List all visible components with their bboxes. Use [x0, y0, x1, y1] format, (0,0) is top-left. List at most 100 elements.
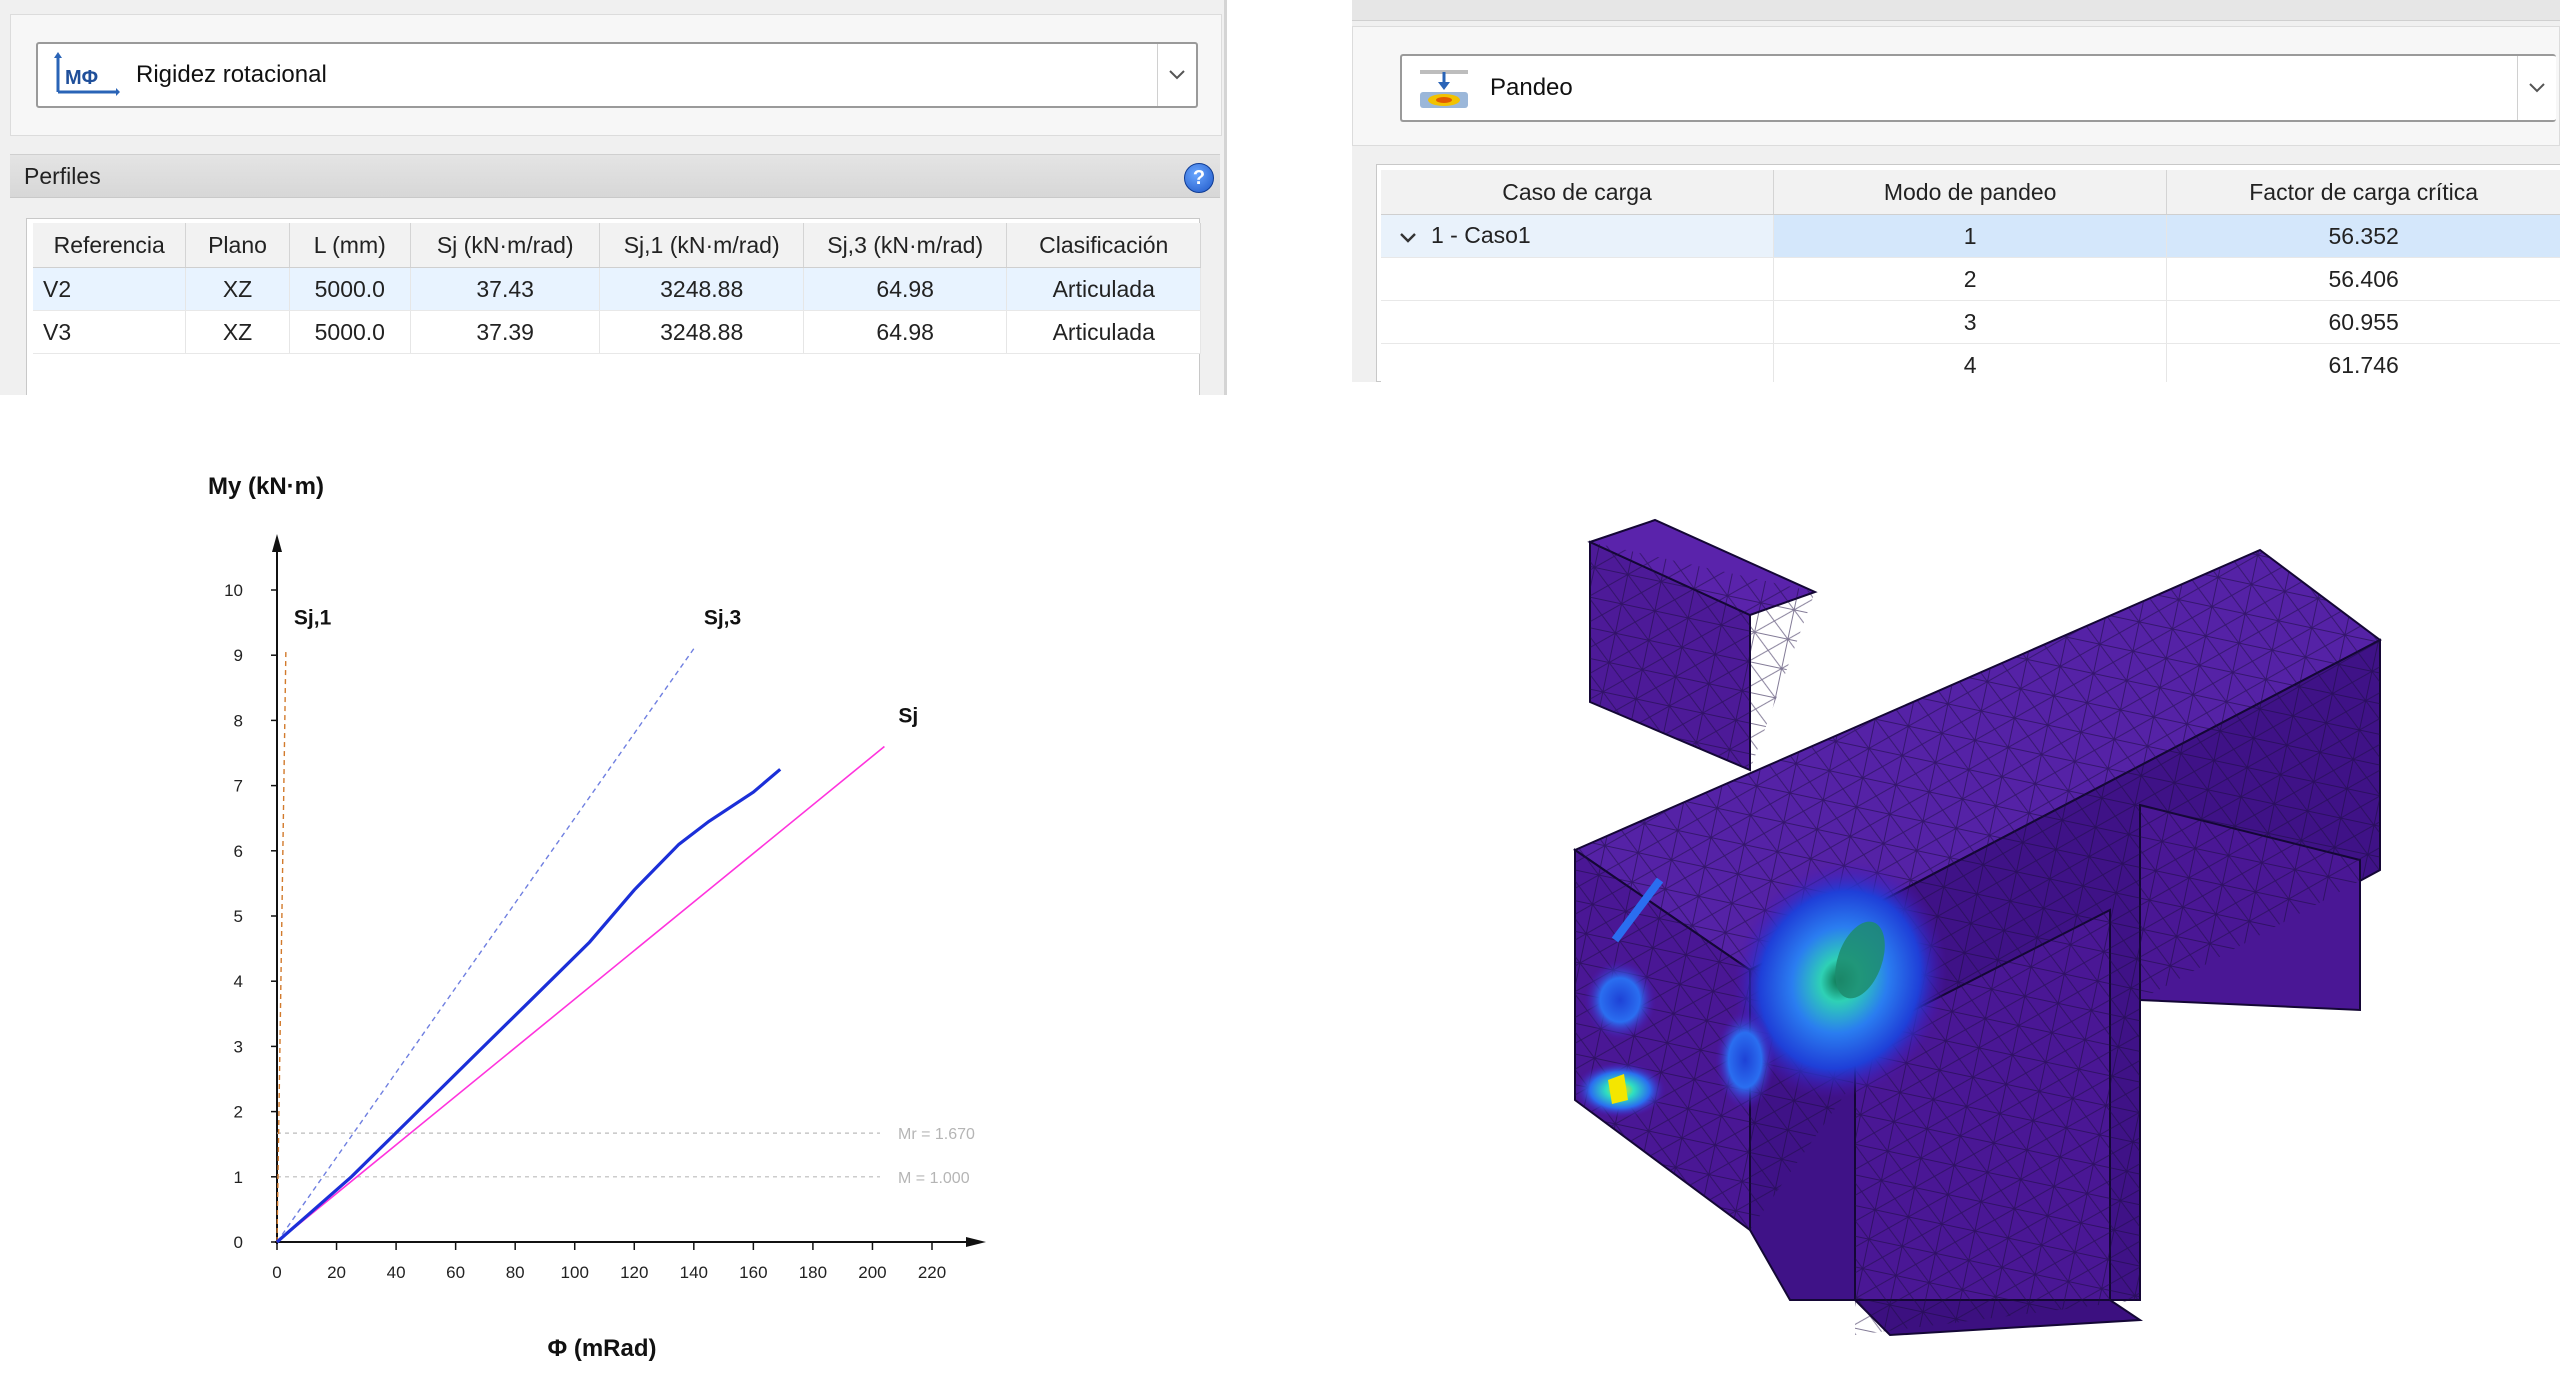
table-row[interactable]: 4 61.746: [1381, 343, 2560, 382]
buckling-icon: [1418, 66, 1470, 110]
column-header[interactable]: Referencia: [33, 223, 187, 268]
chevron-down-icon[interactable]: [1399, 223, 1417, 250]
column-header[interactable]: Modo de pandeo: [1773, 170, 2168, 215]
table-cell: 64.98: [803, 267, 1008, 311]
moment-rotation-chart: 0 1 2 3 4 5 6 7 8 9 10 0 20 40 60 80 100 120 140 160 180 200 2…: [160, 460, 1030, 1372]
table-row[interactable]: 3 60.955: [1381, 300, 2560, 344]
x-tick-label: 140: [680, 1263, 708, 1282]
table-cell: [1381, 343, 1775, 382]
table-cell: [1381, 257, 1775, 301]
y-axis-label: My (kN·m): [208, 473, 324, 500]
result-type-label: Rigidez rotacional: [136, 61, 327, 88]
result-type-label: Pandeo: [1490, 74, 1573, 101]
x-tick-label: 20: [327, 1263, 346, 1282]
table-cell: 5000.0: [289, 310, 411, 354]
column-header[interactable]: Clasificación: [1006, 223, 1201, 268]
table-cell: 1: [1773, 214, 2168, 258]
fem-mesh-body: [1572, 518, 2382, 1337]
rotational-stiffness-icon: MΦ: [52, 52, 120, 98]
table-cell: V3: [33, 310, 187, 354]
table-row[interactable]: 2 56.406: [1381, 257, 2560, 301]
table-cell: 37.39: [410, 310, 601, 354]
table-cell: 56.352: [2166, 214, 2560, 258]
y-tick-label: 5: [234, 907, 243, 926]
column-header[interactable]: Factor de carga crítica: [2166, 170, 2560, 215]
x-tick-label: 40: [387, 1263, 406, 1282]
x-tick-label: 100: [561, 1263, 589, 1282]
x-tick-label: 180: [799, 1263, 827, 1282]
series-line: [276, 648, 695, 1243]
y-tick-label: 7: [234, 777, 243, 796]
x-axis-arrow: [966, 1237, 986, 1247]
chevron-down-icon[interactable]: [2517, 56, 2556, 120]
profiles-group-header: Perfiles ?: [10, 154, 1220, 198]
profiles-table: Referencia Plano L (mm) Sj (kN·m/rad) Sj…: [33, 223, 1201, 354]
column-header[interactable]: Sj (kN·m/rad): [410, 223, 601, 268]
table-row[interactable]: 1 - Caso1 1 56.352: [1381, 214, 2560, 258]
column-header[interactable]: L (mm): [289, 223, 411, 268]
series-label: Sj: [898, 704, 918, 727]
fem-model-view: [1572, 518, 2382, 1337]
reference-line-label: Mr = 1.670: [898, 1126, 975, 1143]
x-tick-label: 200: [858, 1263, 886, 1282]
column-header[interactable]: Sj,1 (kN·m/rad): [599, 223, 804, 268]
x-tick-label: 0: [272, 1263, 281, 1282]
table-cell: 37.43: [410, 267, 601, 311]
table-cell: Articulada: [1006, 267, 1201, 311]
y-tick-label: 8: [234, 711, 243, 730]
help-icon[interactable]: ?: [1184, 163, 1214, 193]
case-cell[interactable]: 1 - Caso1: [1381, 214, 1775, 258]
table-row[interactable]: V2 XZ 5000.0 37.43 3248.88 64.98 Articul…: [33, 267, 1201, 311]
buckling-panel: Pandeo Caso de carga Modo de pandeo Fact…: [1352, 0, 2560, 382]
table-cell: 3: [1773, 300, 2168, 344]
buckling-table-frame: Caso de carga Modo de pandeo Factor de c…: [1376, 164, 2560, 382]
table-cell: 3248.88: [599, 310, 804, 354]
y-tick-label: 1: [234, 1168, 243, 1187]
table-cell: XZ: [185, 267, 290, 311]
profiles-group-title: Perfiles: [24, 162, 101, 189]
panel-top-strip: [1352, 0, 2560, 21]
y-tick-label: 4: [234, 972, 243, 991]
x-axis-label: Φ (mRad): [547, 1335, 656, 1362]
chart-svg: 0123456789100 20 40 60 80 100 120 140 160 180 200 2…: [208, 473, 986, 1362]
x-tick-label: 60: [446, 1263, 465, 1282]
result-type-dropdown[interactable]: Pandeo: [1400, 54, 2556, 122]
chevron-down-icon[interactable]: [1157, 44, 1196, 106]
column-header[interactable]: Sj,3 (kN·m/rad): [803, 223, 1008, 268]
x-tick-label: 160: [739, 1263, 767, 1282]
table-cell: 5000.0: [289, 267, 411, 311]
table-row[interactable]: V3 XZ 5000.0 37.39 3248.88 64.98 Articul…: [33, 310, 1201, 354]
table-cell: V2: [33, 267, 187, 311]
column-header[interactable]: Plano: [185, 223, 290, 268]
x-tick-label: 80: [506, 1263, 525, 1282]
series-line: [275, 768, 782, 1244]
table-cell: 2: [1773, 257, 2168, 301]
series-line: [276, 745, 885, 1243]
reference-line-label: M = 1.000: [898, 1170, 970, 1187]
buckling-header-row: Caso de carga Modo de pandeo Factor de c…: [1381, 170, 2560, 215]
series-label: Sj,1: [294, 607, 332, 630]
y-axis-arrow: [272, 534, 282, 552]
table-cell: XZ: [185, 310, 290, 354]
svg-text:MΦ: MΦ: [65, 67, 98, 89]
rotational-stiffness-panel: MΦ Rigidez rotacional Perfiles ? Referen…: [0, 0, 1227, 395]
table-cell: [1381, 300, 1775, 344]
fem-stress-contour-icon: [1500, 440, 2440, 1372]
table-cell: 56.406: [2166, 257, 2560, 301]
result-type-dropdown[interactable]: MΦ Rigidez rotacional: [36, 42, 1198, 108]
table-cell: 3248.88: [599, 267, 804, 311]
x-tick-label: 220: [918, 1263, 946, 1282]
y-tick-label: 6: [234, 842, 243, 861]
table-cell: 60.955: [2166, 300, 2560, 344]
table-cell: 4: [1773, 343, 2168, 382]
column-header[interactable]: Caso de carga: [1381, 170, 1775, 215]
series-label: Sj,3: [704, 607, 741, 630]
series-line: [276, 648, 287, 1243]
case-label: 1 - Caso1: [1431, 221, 1531, 248]
y-tick-label: 9: [234, 646, 243, 665]
y-tick-label: 0: [234, 1233, 243, 1252]
table-cell: 64.98: [803, 310, 1008, 354]
table-cell: 61.746: [2166, 343, 2560, 382]
y-tick-label: 3: [234, 1037, 243, 1056]
profiles-header-row: Referencia Plano L (mm) Sj (kN·m/rad) Sj…: [33, 223, 1201, 268]
